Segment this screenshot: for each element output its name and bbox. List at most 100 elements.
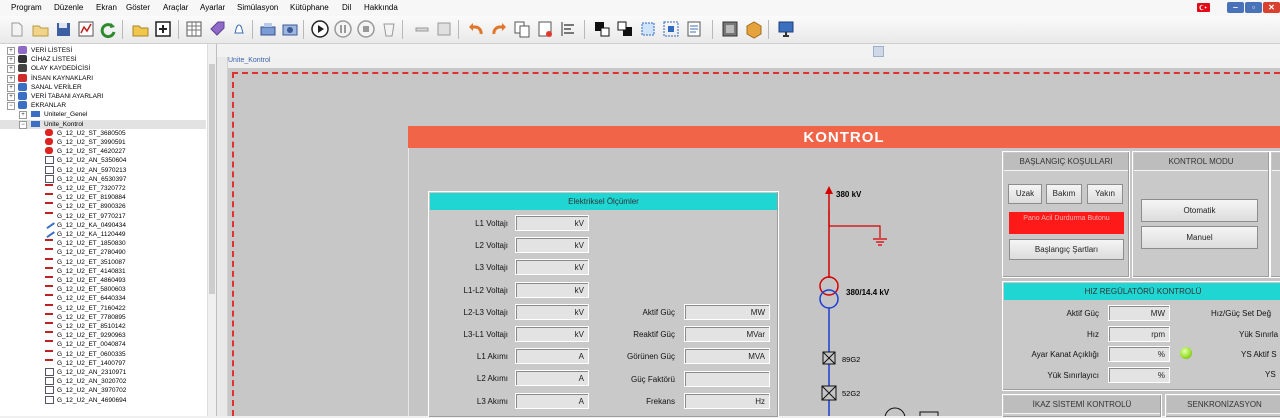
measurement-label[interactable]: L2-L3 Voltajı [431, 308, 508, 317]
save-button[interactable] [53, 19, 73, 39]
tree-screen-0[interactable]: + Uniteler_Genel [0, 110, 206, 120]
expand-toggle-icon[interactable]: + [7, 56, 15, 65]
tree-root-2[interactable]: + OLAY KAYDEDİCİSİ [0, 64, 206, 74]
measurement-label[interactable]: L3 Akımı [431, 397, 508, 406]
menu-edit[interactable]: Düzenle [54, 3, 83, 12]
tree-root-5[interactable]: + VERİ TABANI AYARLARI [0, 92, 206, 101]
tree-scroll-thumb[interactable] [209, 64, 215, 294]
tree-root-3[interactable]: + İNSAN KAYNAKLARI [0, 73, 206, 83]
speed-regulator-value-field[interactable]: % [1108, 346, 1170, 362]
close-button[interactable]: ✕ [1263, 2, 1280, 13]
measurement-value-field[interactable]: A [515, 348, 589, 365]
tree-item[interactable]: G_12_U2_ET_0600335 [0, 349, 206, 359]
tree-item[interactable]: G_12_U2_ST_4620227 [0, 147, 206, 156]
tree-item[interactable]: G_12_U2_ET_7160422 [0, 303, 206, 313]
align-button[interactable] [558, 19, 578, 39]
pause-button[interactable] [333, 19, 353, 39]
clear-button[interactable] [379, 19, 399, 39]
measurement-label[interactable]: Görünen Güç [605, 352, 675, 361]
menu-program[interactable]: Program [11, 3, 42, 12]
menu-about[interactable]: Hakkında [364, 3, 398, 12]
expand-toggle-icon[interactable]: + [7, 47, 15, 55]
tree-item[interactable]: G_12_U2_ET_4860493 [0, 276, 206, 285]
tree-item[interactable]: G_12_U2_ST_3680505 [0, 128, 206, 138]
tag-button[interactable] [207, 19, 227, 39]
connection-button[interactable] [258, 19, 278, 39]
tree-item[interactable]: G_12_U2_ST_3990591 [0, 138, 206, 147]
measurement-label[interactable]: Güç Faktörü [605, 375, 675, 384]
manual-mode-button[interactable]: Manuel [1141, 226, 1258, 249]
add-element-button[interactable] [153, 19, 173, 39]
stop-button[interactable] [356, 19, 376, 39]
bell-button[interactable] [229, 19, 249, 39]
tree-item[interactable]: G_12_U2_KA_0490434 [0, 218, 206, 230]
window-button[interactable] [720, 19, 740, 39]
copy-button[interactable] [512, 19, 532, 39]
tree-scrollbar[interactable] [207, 44, 216, 416]
sort-icon[interactable] [873, 46, 884, 57]
tree-item[interactable]: G_12_U2_ET_7780895 [0, 312, 206, 322]
measurement-value-field[interactable]: MVA [684, 348, 770, 365]
measurement-value-field[interactable]: kV [515, 215, 589, 231]
table-button[interactable] [184, 19, 204, 39]
expand-toggle-icon[interactable]: + [7, 83, 15, 92]
tree-item[interactable]: G_12_U2_AN_3970702 [0, 386, 206, 395]
tree-item[interactable]: G_12_U2_KA_1120449 [0, 227, 206, 239]
tree-item[interactable]: G_12_U2_ET_7320772 [0, 184, 206, 193]
menu-library[interactable]: Kütüphane [290, 3, 329, 12]
tree-item[interactable]: G_12_U2_AN_2310971 [0, 368, 206, 377]
turkey-flag-icon[interactable] [1197, 3, 1210, 12]
ungroup-button[interactable] [661, 19, 681, 39]
tree-item[interactable]: G_12_U2_AN_3020702 [0, 377, 206, 386]
local-button[interactable]: Yakın [1087, 184, 1123, 204]
menu-tools[interactable]: Araçlar [163, 3, 188, 12]
tree-item[interactable]: G_12_U2_ET_8510142 [0, 322, 206, 331]
measurement-label[interactable]: L1-L2 Voltajı [431, 286, 508, 295]
device-settings-button[interactable] [280, 19, 300, 39]
tree-item[interactable]: G_12_U2_ET_9770217 [0, 211, 206, 221]
tree-root-6[interactable]: − EKRANLAR [0, 101, 206, 111]
expand-toggle-icon[interactable]: + [19, 111, 27, 120]
tree-item[interactable]: G_12_U2_ET_2780490 [0, 248, 206, 257]
collapse-toggle-icon[interactable]: − [7, 102, 15, 111]
paste-button[interactable] [535, 19, 555, 39]
measurement-label[interactable]: Aktif Güç [605, 308, 675, 317]
expand-toggle-icon[interactable]: + [7, 93, 15, 101]
menu-view[interactable]: Göster [126, 3, 150, 12]
measurement-value-field[interactable]: kV [515, 259, 589, 276]
measurement-value-field[interactable]: kV [515, 326, 589, 342]
measurement-label[interactable]: Frekans [605, 397, 675, 406]
collapse-toggle-icon[interactable]: − [19, 120, 27, 129]
tree-item[interactable]: G_12_U2_AN_4690694 [0, 395, 206, 405]
speed-regulator-value-field[interactable]: rpm [1108, 325, 1170, 342]
menu-settings[interactable]: Ayarlar [200, 3, 225, 12]
measurement-label[interactable]: L3 Voltajı [431, 263, 508, 272]
tree-item[interactable]: G_12_U2_AN_5350604 [0, 156, 206, 165]
package-button[interactable] [744, 19, 764, 39]
tree-root-4[interactable]: + SANAL VERİLER [0, 82, 206, 92]
tree-item[interactable]: G_12_U2_ET_8190884 [0, 193, 206, 202]
maintenance-button[interactable]: Bakım [1046, 184, 1082, 204]
speed-regulator-value-field[interactable]: % [1108, 366, 1170, 383]
restore-button[interactable]: ▫ [1245, 2, 1262, 13]
tree-item[interactable]: G_12_U2_AN_6530397 [0, 174, 206, 184]
tree-item[interactable]: G_12_U2_AN_5970213 [0, 165, 206, 175]
tree-item[interactable]: G_12_U2_ET_3510087 [0, 257, 206, 267]
measurement-label[interactable]: L3-L1 Voltajı [431, 330, 508, 339]
measurement-value-field[interactable] [684, 370, 770, 387]
measurement-value-field[interactable]: A [515, 392, 589, 409]
tree-root-0[interactable]: + VERİ LİSTESİ [0, 46, 206, 55]
workspace-scrollbar[interactable] [217, 57, 228, 416]
tree-item[interactable]: G_12_U2_ET_1400797 [0, 358, 206, 368]
tree-item[interactable]: G_12_U2_ET_0040874 [0, 340, 206, 349]
measurement-value-field[interactable]: kV [515, 281, 589, 298]
tree-item[interactable]: G_12_U2_ET_8900326 [0, 202, 206, 211]
bring-front-button[interactable] [592, 19, 612, 39]
document-tab-unite-kontrol[interactable]: Unite_Kontrol [228, 57, 270, 67]
monitor-button[interactable] [776, 19, 796, 39]
measurement-label[interactable]: L2 Akımı [431, 374, 508, 383]
refresh-button[interactable] [98, 19, 118, 39]
properties-button[interactable] [684, 19, 704, 39]
measurement-value-field[interactable]: MW [684, 304, 770, 320]
remove-button[interactable] [412, 19, 432, 39]
